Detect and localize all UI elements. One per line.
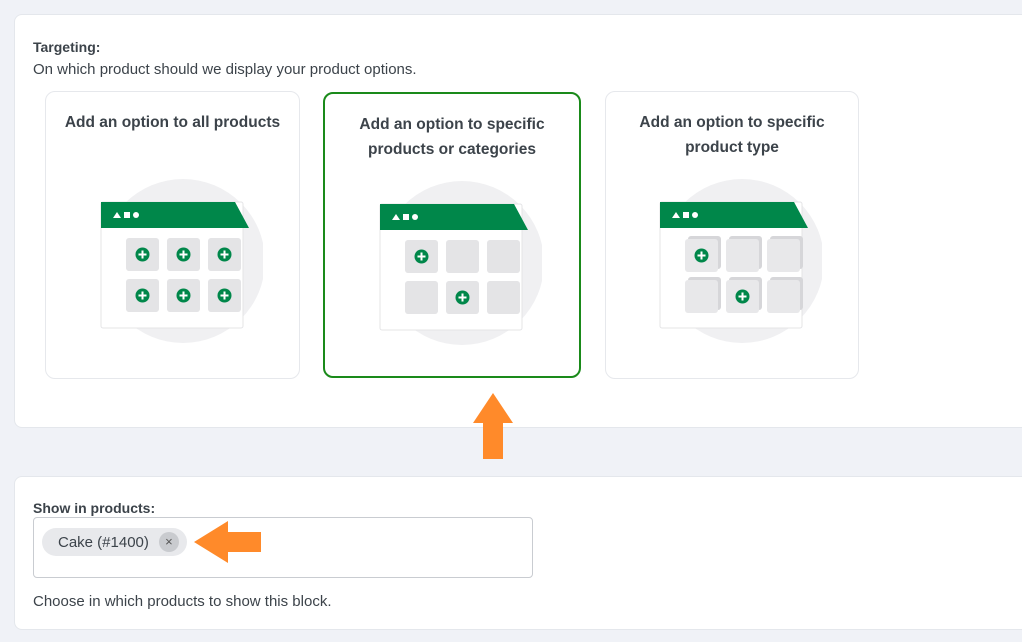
chip-remove-icon[interactable]: × (158, 532, 179, 552)
specific-products-illustration-icon (325, 178, 579, 348)
option-card-product-type[interactable]: Add an option to specific product type (605, 91, 859, 379)
show-in-products-panel: Show in products: Cake (#1400) × Choose … (14, 476, 1022, 630)
left-arrow-annotation-icon (194, 521, 261, 563)
product-select-field[interactable]: Cake (#1400) × (33, 517, 533, 578)
show-in-products-label: Show in products: (33, 500, 156, 516)
chip-label: Cake (#1400) (58, 533, 149, 551)
product-type-illustration-icon (606, 176, 858, 346)
option-card-title: Add an option to specific product type (639, 114, 825, 156)
targeting-title: Targeting: (33, 39, 101, 55)
option-card-title: Add an option to all products (64, 114, 281, 131)
all-products-illustration-icon (46, 176, 299, 346)
up-arrow-annotation-icon (473, 393, 513, 459)
show-in-products-help: Choose in which products to show this bl… (33, 593, 332, 610)
option-card-all-products[interactable]: Add an option to all products (45, 91, 300, 379)
option-card-specific-products[interactable]: Add an option to specific products or ca… (323, 92, 581, 378)
targeting-panel: Targeting: On which product should we di… (14, 14, 1022, 428)
selected-product-chip: Cake (#1400) × (42, 528, 187, 556)
option-card-title: Add an option to specific products or ca… (359, 116, 545, 158)
targeting-description: On which product should we display your … (33, 61, 417, 78)
